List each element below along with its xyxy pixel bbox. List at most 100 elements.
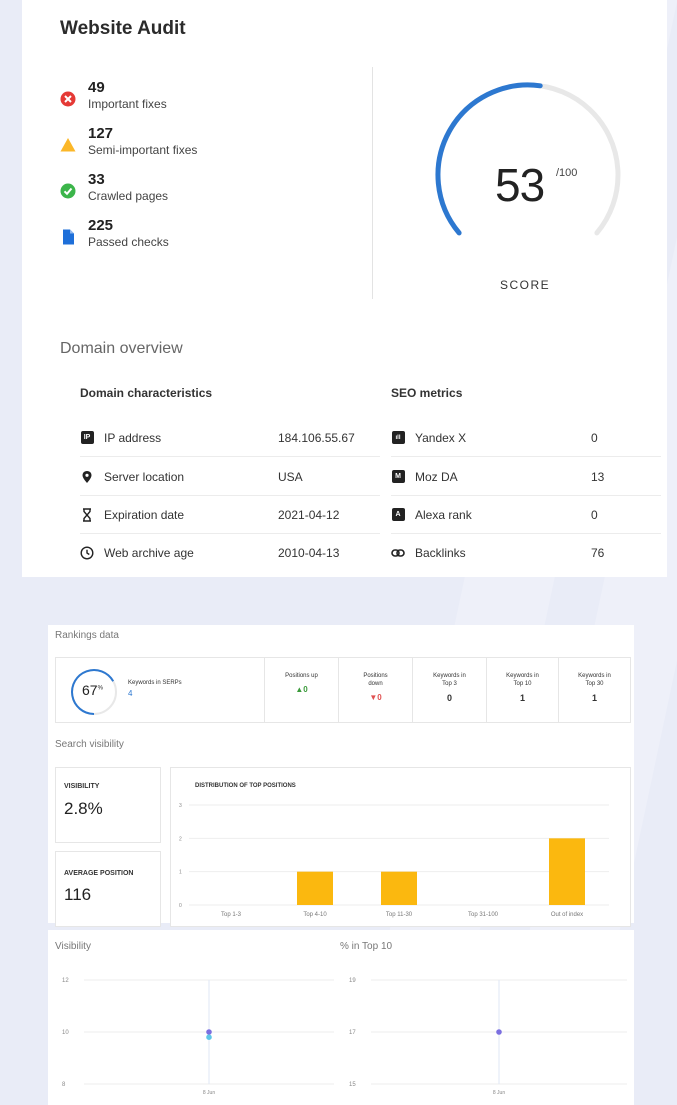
visibility-label: VISIBILITY [64, 783, 100, 790]
alexa-icon: A [391, 508, 405, 522]
bar[interactable] [549, 838, 585, 905]
row-value: 76 [591, 546, 605, 560]
x-tick-label: Top 11-30 [386, 912, 413, 918]
domain-row-server-location: Server location USA [80, 458, 380, 496]
seo-row-backlinks: Backlinks 76 [391, 534, 661, 572]
error-icon [60, 91, 76, 107]
bar[interactable] [381, 871, 417, 905]
stat-value: 225 [88, 217, 114, 234]
row-value: 0 [591, 430, 598, 445]
stat-value: 33 [88, 171, 105, 188]
stat-label: Semi-important fixes [88, 143, 198, 157]
x-tick-label: Top 4-10 [303, 912, 327, 918]
y-tick-label: 1 [179, 870, 182, 876]
audit-title: Website Audit [60, 18, 186, 39]
clock-icon [80, 546, 94, 560]
x-tick-label: 8 Jun [203, 1090, 215, 1096]
kpi-label: Positions up [285, 673, 318, 679]
x-tick-label: Top 31-100 [468, 912, 499, 918]
yandex-icon: ıll [391, 431, 405, 445]
y-tick-label: 0 [179, 903, 182, 909]
kpi-positions-up: Positions up ▲0 [264, 658, 338, 722]
row-label: Expiration date [104, 507, 185, 522]
y-tick-label: 2 [179, 836, 182, 842]
row-label: Backlinks [415, 546, 466, 560]
kpi-keywords-top3: Keywords in Top 3 0 [412, 658, 486, 722]
stat-important-fixes: 49 Important fixes [60, 80, 167, 112]
y-tick-label: 8 [62, 1082, 66, 1088]
link-icon [391, 549, 405, 557]
stat-semi-important-fixes: 127 Semi-important fixes [60, 126, 197, 158]
warning-icon [60, 138, 76, 152]
stat-passed-checks: 225 Passed checks [60, 218, 169, 250]
kpi-number: 0 [303, 685, 308, 694]
y-tick-label: 17 [349, 1030, 356, 1036]
distribution-chart: 0 1 2 3 Top 1-3 Top 4-10 Top 11-30 Top 31-100 Ou… [179, 803, 609, 918]
data-point[interactable] [206, 1029, 212, 1035]
data-point[interactable] [206, 1034, 212, 1040]
visibility-value: 2.8% [64, 799, 103, 818]
row-value: USA [278, 469, 303, 484]
search-visibility-title: Search visibility [55, 739, 124, 750]
seo-row-moz: M Moz DA 13 [391, 458, 661, 496]
kpi-keywords-top10: Keywords in Top 10 1 [486, 658, 558, 722]
average-position-value: 116 [64, 885, 92, 904]
data-point[interactable] [496, 1029, 502, 1035]
audit-divider [372, 67, 373, 299]
x-tick-label: Top 1-3 [221, 912, 242, 918]
score-value: 53 [495, 159, 545, 211]
visibility-chart-title: Visibility [55, 941, 91, 952]
score-max: /100 [556, 167, 578, 179]
stat-label: Crawled pages [88, 189, 169, 203]
y-tick-label: 15 [349, 1082, 356, 1088]
rankings-title: Rankings data [55, 630, 119, 641]
y-tick-label: 3 [179, 803, 182, 809]
visibility-box: VISIBILITY 2.8% [55, 767, 161, 843]
row-label: IP address [104, 430, 162, 445]
y-tick-label: 19 [349, 978, 356, 984]
check-icon [60, 183, 76, 199]
moz-icon: M [391, 470, 405, 484]
rankings-kpi-box: 67% Keywords in SERPs 4 Positions up ▲0 … [55, 657, 631, 723]
kpi-label: Positions down [363, 673, 388, 687]
kpi-positions-down: Positions down ▼0 [338, 658, 412, 722]
row-value: 13 [591, 469, 605, 484]
kpi-value: 0 [446, 693, 452, 703]
x-tick-label: Out of index [551, 912, 583, 918]
row-value: 2021-04-12 [278, 507, 340, 522]
kpi-label: Keywords in Top 30 [578, 673, 611, 687]
ip-icon: IP [80, 431, 94, 445]
row-label: Server location [104, 469, 185, 484]
kpi-keywords-top30: Keywords in Top 30 1 [558, 658, 630, 722]
domain-row-expiration: Expiration date 2021-04-12 [80, 496, 380, 534]
top10-chart: 15 17 19 8 Jun [349, 978, 627, 1096]
stat-crawled-pages: 33 Crawled pages [60, 172, 168, 204]
row-label: Web archive age [104, 546, 194, 560]
score-label: SCORE [500, 278, 551, 292]
row-label: Alexa rank [415, 507, 472, 522]
average-position-box: AVERAGE POSITION 116 [55, 851, 161, 927]
hourglass-icon [83, 507, 91, 522]
kpi-value: 1 [519, 693, 525, 703]
keywords-count[interactable]: 4 [128, 689, 132, 698]
domain-characteristics-heading: Domain characteristics [80, 386, 213, 400]
row-label: Yandex X [415, 430, 467, 445]
average-position-label: AVERAGE POSITION [64, 870, 134, 877]
stat-label: Important fixes [88, 97, 167, 111]
row-value: 2010-04-13 [278, 546, 340, 560]
distribution-chart-box: DISTRIBUTION OF TOP POSITIONS 0 1 2 3 Top 1-… [170, 767, 631, 927]
y-tick-label: 12 [62, 978, 69, 984]
y-tick-label: 10 [62, 1030, 69, 1036]
domain-row-web-archive: Web archive age 2010-04-13 [80, 534, 380, 572]
row-label: Moz DA [415, 469, 458, 484]
document-icon [63, 229, 74, 245]
kpi-label: Keywords in Top 10 [506, 673, 539, 687]
top10-chart-title: % in Top 10 [340, 941, 393, 952]
seo-row-alexa: A Alexa rank 0 [391, 496, 661, 534]
kpi-number: 0 [377, 693, 382, 702]
stat-label: Passed checks [88, 235, 169, 249]
location-pin-icon [82, 470, 92, 483]
stat-value: 127 [88, 125, 114, 142]
bar[interactable] [297, 871, 333, 905]
keywords-percent: 67 [82, 682, 98, 698]
